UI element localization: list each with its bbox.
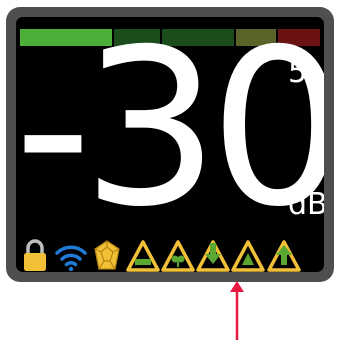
meter-device: -30 5 dB (6, 7, 334, 282)
wifi-icon (54, 237, 88, 272)
triangle-outline-icon (231, 237, 265, 272)
triangle-tree-icon (161, 237, 195, 272)
status-icon-row (16, 237, 324, 272)
meter-screen: -30 5 dB (16, 17, 324, 272)
triangle-bar-icon (126, 237, 160, 272)
level-unit: dB (288, 187, 324, 222)
triangle-down-arrow-icon (196, 237, 230, 272)
lock-icon (18, 237, 52, 272)
level-decimal: 5 (288, 55, 308, 90)
gem-icon (90, 237, 124, 272)
annotation-arrow (226, 280, 248, 342)
level-value: -30 (16, 17, 324, 254)
triangle-up-arrow-icon (267, 237, 301, 272)
